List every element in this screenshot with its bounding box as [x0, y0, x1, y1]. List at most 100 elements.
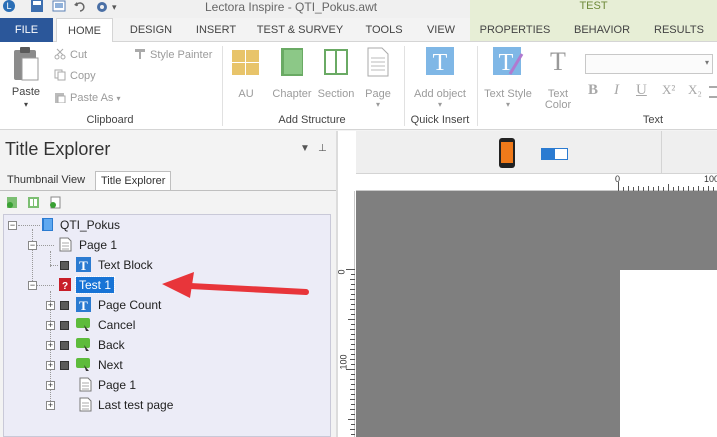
page-icon — [367, 47, 389, 77]
tab-design[interactable]: DESIGN — [122, 18, 180, 42]
tab-results[interactable]: RESULTS — [646, 18, 712, 42]
au-button[interactable]: AU — [228, 46, 264, 102]
panel-dropdown-icon[interactable]: ▼ — [300, 143, 310, 154]
font-name-dropdown[interactable]: ▾ — [585, 54, 713, 74]
add-page-icon[interactable] — [49, 196, 62, 209]
tab-file[interactable]: FILE — [0, 18, 53, 42]
tab-view[interactable]: VIEW — [418, 18, 464, 42]
italic-button[interactable]: I — [614, 82, 619, 99]
text-color-label-2: Color — [544, 99, 572, 111]
visibility-checkbox[interactable] — [60, 361, 69, 370]
visibility-checkbox[interactable] — [60, 321, 69, 330]
phone-icon[interactable] — [498, 137, 516, 169]
page-button[interactable]: Page ▾ — [360, 46, 396, 109]
tree-node-text-block[interactable]: Text Block — [98, 257, 153, 273]
au-label: AU — [238, 88, 254, 100]
visibility-checkbox[interactable] — [60, 341, 69, 350]
page-canvas[interactable] — [620, 270, 717, 437]
text-color-button[interactable]: T Text Color — [538, 46, 578, 111]
tab-test-survey[interactable]: TEST & SURVEY — [254, 18, 346, 42]
expand-toggle[interactable]: + — [46, 401, 55, 410]
tree-node-next[interactable]: Next — [98, 357, 123, 373]
pin-icon[interactable]: ⊥ — [318, 143, 327, 154]
expand-toggle[interactable]: + — [46, 361, 55, 370]
text-block-icon: T — [76, 297, 91, 312]
page-icon — [79, 377, 92, 392]
preview-icon[interactable] — [52, 0, 66, 14]
ruler-h-label-0: 0 — [615, 174, 621, 184]
text-style-button[interactable]: T Text Style ▾ — [480, 46, 536, 109]
tab-properties[interactable]: PROPERTIES — [475, 18, 555, 42]
collapse-toggle[interactable]: − — [28, 241, 37, 250]
tree-node-test-page-1[interactable]: Page 1 — [98, 377, 136, 393]
section-button[interactable]: Section — [314, 46, 358, 102]
undo-icon[interactable] — [73, 0, 87, 14]
chevron-down-icon: ▾ — [505, 100, 510, 109]
bold-button[interactable]: B — [588, 82, 598, 99]
window-title: Lectora Inspire - QTI_Pokus.awt — [205, 0, 378, 14]
text-group-label: Text — [642, 114, 664, 126]
tree-node-page-1[interactable]: Page 1 — [79, 237, 117, 253]
chevron-down-icon: ▾ — [375, 100, 380, 109]
save-icon[interactable] — [30, 0, 44, 14]
expand-toggle[interactable]: + — [46, 301, 55, 310]
underline-button[interactable]: U — [636, 82, 647, 99]
add-section-icon[interactable] — [27, 196, 40, 209]
copy-label: Copy — [70, 70, 96, 82]
paste-as-icon — [55, 93, 66, 103]
tree-node-test-1[interactable]: Test 1 — [74, 276, 116, 294]
superscript-button[interactable]: X² — [662, 82, 675, 98]
title-bar: L ▾ Lectora Inspire - QTI_Pokus.awt TEST — [0, 0, 717, 18]
ribbon-home: Paste ▾ Cut Copy Paste As ▾ Style Painte… — [0, 42, 717, 130]
expand-toggle[interactable]: + — [46, 321, 55, 330]
clipboard-group-label: Clipboard — [86, 114, 134, 126]
tree-node-back[interactable]: Back — [98, 337, 125, 353]
text-style-icon: T — [493, 47, 524, 76]
collapse-toggle[interactable]: − — [8, 221, 17, 230]
quick-insert-group-label: Quick Insert — [410, 114, 470, 126]
align-left-icon[interactable] — [709, 86, 717, 98]
page-icon — [59, 237, 72, 252]
copy-button[interactable]: Copy — [54, 68, 96, 84]
add-object-button[interactable]: T Add object ▾ — [408, 46, 472, 109]
tree-connector — [32, 229, 33, 287]
tab-tools[interactable]: TOOLS — [356, 18, 412, 42]
section-label: Section — [317, 88, 355, 100]
tab-home[interactable]: HOME — [56, 18, 113, 43]
tree-node-cancel[interactable]: Cancel — [98, 317, 135, 333]
expand-toggle[interactable]: + — [46, 381, 55, 390]
test-icon: ? — [59, 278, 71, 292]
cut-label: Cut — [70, 49, 88, 61]
tab-title-explorer[interactable]: Title Explorer — [95, 171, 172, 191]
tab-insert[interactable]: INSERT — [188, 18, 244, 42]
device-bar-divider — [661, 131, 662, 174]
page-icon — [79, 397, 92, 412]
visibility-checkbox[interactable] — [60, 261, 69, 270]
subscript-button[interactable]: X₂ — [688, 82, 702, 98]
expand-toggle[interactable]: + — [46, 341, 55, 350]
settings-icon[interactable] — [95, 0, 109, 14]
tab-thumbnail-view[interactable]: Thumbnail View — [2, 171, 90, 191]
chapter-book-icon — [281, 48, 303, 76]
device-toolbar — [356, 131, 717, 174]
orientation-toggle[interactable] — [541, 148, 568, 160]
style-painter-button[interactable]: Style Painter — [134, 47, 212, 63]
collapse-toggle[interactable]: − — [28, 281, 37, 290]
tree-node-root[interactable]: QTI_Pokus — [60, 217, 120, 233]
chevron-down-icon: ▾ — [437, 100, 442, 109]
chapter-button[interactable]: Chapter — [270, 46, 314, 102]
text-object-icon: T — [426, 47, 454, 76]
paste-as-button[interactable]: Paste As ▾ — [54, 90, 121, 106]
panel-title: Title Explorer — [5, 139, 111, 159]
visibility-checkbox[interactable] — [60, 301, 69, 310]
lectora-logo-icon: L — [3, 0, 15, 12]
paste-label: Paste — [11, 86, 41, 98]
tree-node-last-test-page[interactable]: Last test page — [98, 397, 173, 413]
customize-quick-access-icon[interactable]: ▾ — [112, 0, 126, 14]
paste-button[interactable]: Paste ▾ — [6, 46, 46, 109]
svg-text:T: T — [79, 258, 88, 272]
cut-button[interactable]: Cut — [54, 47, 87, 63]
tab-behavior[interactable]: BEHAVIOR — [567, 18, 637, 42]
add-chapter-icon[interactable] — [6, 196, 19, 209]
text-block-icon: T — [76, 257, 91, 272]
